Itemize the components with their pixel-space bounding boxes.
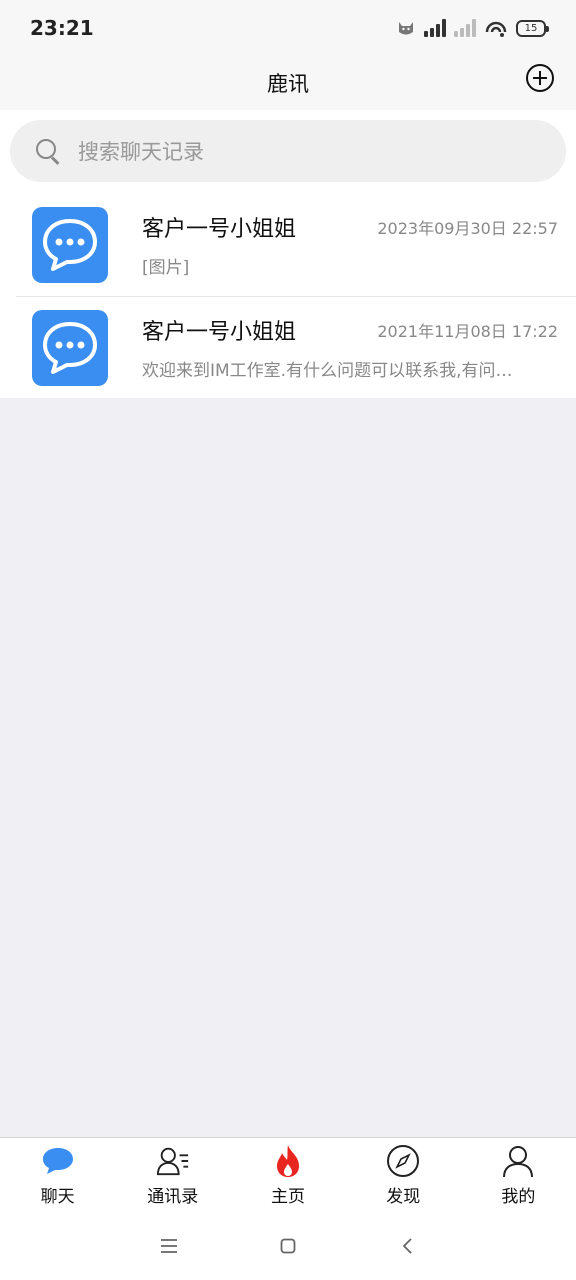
- system-nav-bar: [0, 1211, 576, 1280]
- person-icon: [501, 1144, 535, 1178]
- status-bar: 23:21 15: [0, 0, 576, 56]
- contacts-icon: [156, 1144, 190, 1178]
- search-icon: [36, 139, 60, 163]
- tab-me[interactable]: 我的: [461, 1138, 576, 1211]
- search-placeholder: 搜索聊天记录: [78, 140, 204, 164]
- title-bar: 鹿讯: [0, 56, 576, 110]
- chat-bubble-icon: [43, 321, 97, 374]
- menu-button[interactable]: [149, 1226, 189, 1266]
- chat-name: 客户一号小姐姐: [142, 217, 297, 242]
- battery-icon: 15: [516, 19, 549, 37]
- status-icons: 15: [396, 18, 549, 38]
- tab-home[interactable]: 主页: [230, 1138, 345, 1211]
- chat-icon: [41, 1144, 75, 1178]
- avatar: [32, 207, 108, 283]
- chat-preview: [图片]: [142, 258, 190, 278]
- plus-circle-icon: [533, 71, 547, 85]
- chat-name: 客户一号小姐姐: [142, 319, 297, 345]
- avatar: [32, 309, 108, 386]
- battery-level: 15: [524, 22, 538, 34]
- home-square-icon: [280, 1238, 296, 1253]
- chat-list-item[interactable]: 客户一号小姐姐 2023年09月30日 22:57 [图片]: [0, 194, 576, 296]
- chat-time: 2021年11月08日 17:22: [377, 321, 558, 341]
- tab-label: 聊天: [40, 1187, 75, 1207]
- hotspot-icon: [485, 21, 507, 37]
- bottom-tab-bar: 聊天 通讯录 主页 发现 我的: [0, 1137, 576, 1211]
- tab-label: 发现: [386, 1187, 421, 1207]
- page-title: 鹿讯: [267, 72, 309, 96]
- tab-contacts[interactable]: 通讯录: [115, 1138, 230, 1211]
- chat-list: 客户一号小姐姐 2023年09月30日 22:57 [图片] 客户一号小姐姐 2…: [0, 194, 576, 398]
- flame-icon: [271, 1144, 305, 1178]
- tab-label: 我的: [501, 1187, 536, 1207]
- chat-body: 客户一号小姐姐 2021年11月08日 17:22 欢迎来到IM工作室.有什么问…: [142, 310, 576, 386]
- chat-time: 2023年09月30日 22:57: [377, 219, 558, 238]
- chat-preview: 欢迎来到IM工作室.有什么问题可以联系我,有问题可以联系我: [142, 360, 522, 381]
- signal-weak-icon: [454, 19, 476, 37]
- search-input[interactable]: 搜索聊天记录: [10, 120, 566, 182]
- tab-label: 主页: [271, 1187, 305, 1207]
- back-button[interactable]: [387, 1226, 427, 1266]
- chat-list-item[interactable]: 客户一号小姐姐 2021年11月08日 17:22 欢迎来到IM工作室.有什么问…: [16, 296, 576, 398]
- status-time: 23:21: [30, 16, 94, 40]
- compass-icon: [386, 1144, 420, 1178]
- signal-icon: [424, 19, 446, 37]
- home-button[interactable]: [268, 1226, 308, 1266]
- tab-chat[interactable]: 聊天: [0, 1138, 115, 1211]
- tab-discover[interactable]: 发现: [346, 1138, 461, 1211]
- cat-icon: [399, 22, 413, 35]
- chat-body: 客户一号小姐姐 2023年09月30日 22:57 [图片]: [142, 207, 576, 283]
- back-chevron-icon: [402, 1237, 412, 1254]
- menu-icon: [161, 1238, 178, 1253]
- tab-label: 通讯录: [147, 1187, 199, 1207]
- chat-bubble-icon: [43, 219, 97, 271]
- add-button[interactable]: [526, 64, 554, 92]
- search-area: 搜索聊天记录: [0, 110, 576, 194]
